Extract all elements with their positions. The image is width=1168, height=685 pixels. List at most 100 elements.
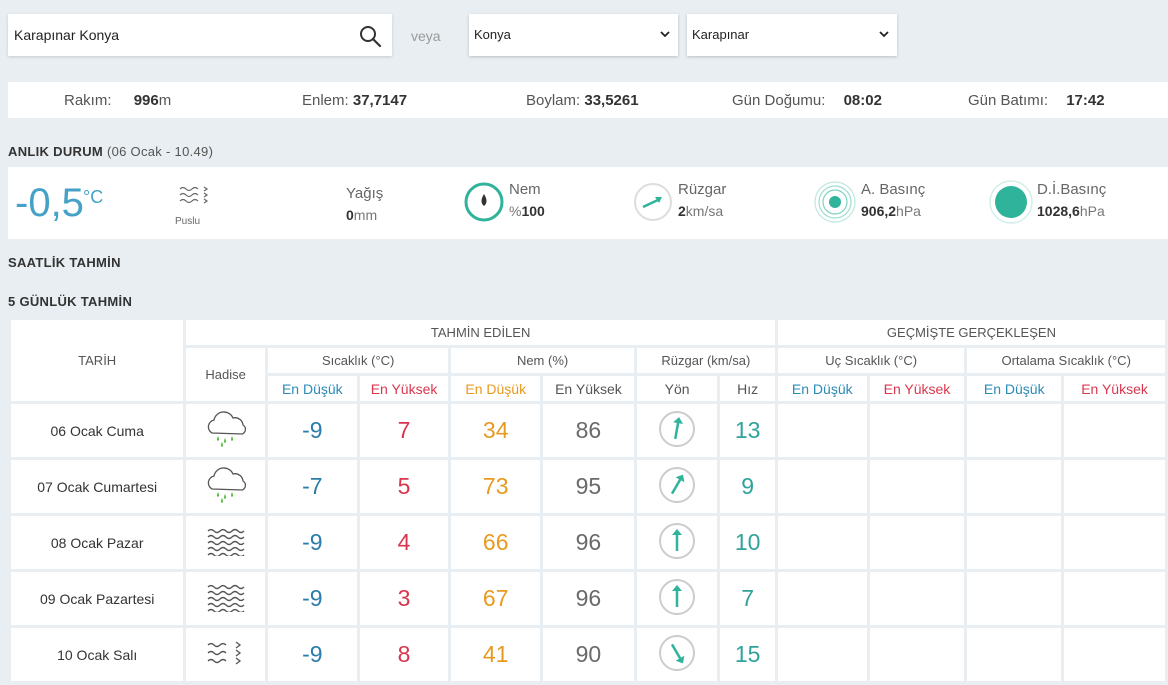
humidity-value: %100 [509,203,545,219]
pressure-unit: hPa [896,203,921,219]
daily-forecast-heading: 5 GÜNLÜK TAHMİN [8,294,133,309]
rain-cloud-icon [202,411,250,452]
latitude-value: 37,7147 [352,92,408,109]
temp-min-header: En Düşük [267,376,357,401]
wind-direction-cell [636,572,718,625]
wind-value: 2km/sa [678,203,723,219]
weather-condition-cell [186,460,265,513]
district-select[interactable]: Karapınar [687,14,897,56]
current-heading-text: ANLIK DURUM [8,144,104,159]
wind-direction-cell [636,460,718,513]
wind-number: 2 [678,203,686,219]
humidity-label: Nem [509,181,541,198]
observed-empty-cell [777,404,867,457]
forecast-wind-speed: 7 [720,572,775,625]
forecast-temp-min: -7 [267,460,357,513]
forecast-temp-max: 5 [359,460,449,513]
humidity-icon [464,182,504,222]
hourly-forecast-heading[interactable]: SAATLİK TAHMİN [8,255,121,270]
col-extreme-temp-header: Uç Sıcaklık (°C) [777,348,965,373]
forecast-humidity-max: 95 [543,460,634,513]
observed-empty-cell [777,516,867,569]
col-avg-temp-header: Ortalama Sıcaklık (°C) [967,348,1165,373]
observed-empty-cell [869,404,965,457]
sea-pressure-number: 1028,6 [1037,203,1080,219]
province-select[interactable]: Konya [469,14,678,56]
observed-empty-cell [869,628,965,681]
pressure-label: A. Basınç [861,181,926,198]
search-icon[interactable] [358,24,382,48]
observed-empty-cell [1064,460,1165,513]
forecast-date: 06 Ocak Cuma [11,404,184,457]
forecast-temp-max: 7 [359,404,449,457]
avg-max-header: En Yüksek [1064,376,1165,401]
col-wind-header: Rüzgar (km/sa) [636,348,775,373]
wind-direction-icon [659,411,696,447]
sea-pressure-unit: hPa [1079,203,1105,219]
sunset: Gün Batımı: 17:42 [968,92,1105,109]
pressure-value: 906,2hPa [861,203,921,219]
forecast-temp-min: -9 [267,572,357,625]
observed-empty-cell [967,404,1062,457]
col-phenomenon-header: Hadise [186,348,265,401]
forecast-humidity-max: 96 [543,572,634,625]
observed-empty-cell [777,460,867,513]
col-date-header: TARİH [11,320,184,401]
chevron-down-icon [879,31,889,38]
temperature-unit: °C [83,187,104,207]
sea-pressure-icon [989,180,1033,224]
current-heading-time: (06 Ocak - 10.49) [106,144,214,159]
observed-empty-cell [967,628,1062,681]
forecast-humidity-min: 34 [451,404,541,457]
forecast-humidity-min: 67 [451,572,541,625]
sunrise-value: 08:02 [843,92,882,109]
forecast-temp-min: -9 [267,404,357,457]
wind-dir-header: Yön [636,376,718,401]
wind-label: Rüzgar [678,181,727,198]
forecast-temp-max: 3 [359,572,449,625]
precip-label: Yağış [346,185,384,202]
observed-empty-cell [1064,572,1165,625]
sunrise: Gün Doğumu: 08:02 [732,92,882,109]
fog-icon [206,528,246,559]
weather-condition-cell [186,628,265,681]
forecast-wind-speed: 13 [720,404,775,457]
chevron-down-icon [660,31,670,38]
forecast-row: 06 Ocak Cuma -9 7 34 86 13 [11,404,1165,457]
wind-direction-cell [636,628,718,681]
forecast-row: 08 Ocak Pazar -9 4 66 96 10 [11,516,1165,569]
observed-empty-cell [967,516,1062,569]
current-temperature: -0,5 [15,181,84,225]
precip-number: 0 [346,207,354,223]
temp-max-header: En Yüksek [359,376,449,401]
longitude-label: Boylam: [526,92,581,109]
pressure-icon [814,181,856,223]
wind-direction-icon [659,467,696,503]
forecast-date: 09 Ocak Pazartesi [11,572,184,625]
sunset-value: 17:42 [1066,92,1105,109]
forecast-date: 08 Ocak Pazar [11,516,184,569]
district-select-value: Karapınar [692,27,750,42]
search-box[interactable] [8,14,392,56]
precip-value: 0mm [346,207,377,223]
latitude: Enlem: 37,7147 [302,92,407,109]
latitude-label: Enlem: [302,92,349,109]
humidity-prefix: % [509,203,522,219]
wind-icon [634,183,672,221]
weather-condition-cell [186,516,265,569]
wind-direction-icon [659,579,696,615]
observed-empty-cell [869,516,965,569]
rain-cloud-icon [202,467,250,508]
col-temperature-header: Sıcaklık (°C) [267,348,449,373]
extreme-min-header: En Düşük [777,376,867,401]
sea-pressure-value: 1028,6hPa [1037,203,1105,219]
forecast-humidity-min: 41 [451,628,541,681]
forecast-humidity-min: 66 [451,516,541,569]
sea-pressure-label: D.İ.Basınç [1037,181,1107,198]
search-input[interactable] [8,14,338,56]
wind-speed-header: Hız [720,376,775,401]
wind-unit: km/sa [685,203,724,219]
extreme-max-header: En Yüksek [869,376,965,401]
wind-direction-icon [659,523,696,559]
forecast-wind-speed: 10 [720,516,775,569]
